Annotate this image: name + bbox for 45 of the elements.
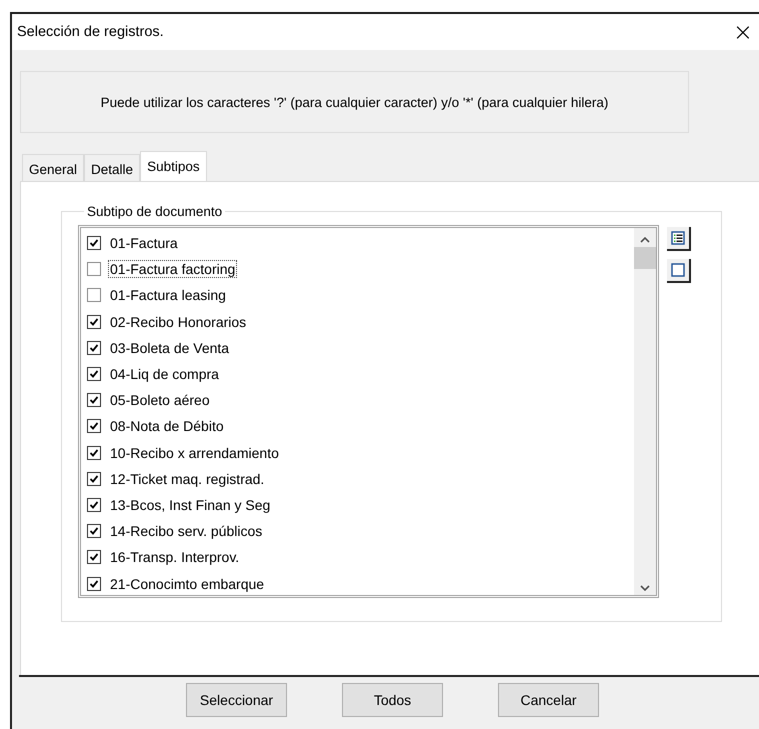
item-label[interactable]: 01-Factura leasing — [108, 286, 228, 304]
list-icon — [671, 231, 685, 245]
item-label[interactable]: 12-Ticket maq. registrad. — [108, 470, 266, 488]
item-label[interactable]: 03-Boleta de Venta — [108, 338, 232, 357]
item-label[interactable]: 01-Factura factoring — [108, 260, 238, 278]
checkbox[interactable] — [87, 340, 101, 355]
scroll-thumb[interactable] — [634, 247, 656, 269]
scroll-up-icon[interactable] — [640, 237, 650, 243]
checkbox[interactable] — [87, 498, 101, 512]
item-label[interactable]: 02-Recibo Honorarios — [108, 312, 248, 331]
checkbox[interactable] — [87, 524, 101, 538]
dialog-button[interactable]: Cancelar — [498, 683, 599, 717]
checkbox[interactable] — [87, 550, 101, 564]
item-label[interactable]: 01-Factura — [108, 234, 180, 252]
square-icon — [671, 263, 685, 277]
tab[interactable]: General — [22, 154, 84, 181]
tab[interactable]: Detalle — [84, 154, 140, 181]
checkbox[interactable] — [87, 314, 101, 329]
dialog-button[interactable]: Seleccionar — [186, 683, 287, 717]
dialog-button[interactable]: Todos — [342, 683, 443, 717]
checkbox[interactable] — [87, 236, 101, 250]
checkbox[interactable] — [87, 472, 101, 486]
item-label[interactable]: 05-Boleto aéreo — [108, 391, 212, 410]
checkbox[interactable] — [87, 419, 101, 434]
item-label[interactable]: 08-Nota de Débito — [108, 417, 226, 436]
checkbox[interactable] — [87, 367, 101, 382]
square-button[interactable] — [667, 259, 691, 283]
item-label[interactable]: 14-Recibo serv. públicos — [108, 522, 264, 540]
scrollbar[interactable] — [634, 228, 656, 595]
list-button[interactable] — [667, 227, 691, 251]
item-label[interactable]: 21-Conocimto embarque — [108, 574, 266, 593]
item-label[interactable]: 04-Liq de compra — [108, 365, 221, 384]
checkbox[interactable] — [87, 262, 101, 276]
checkbox[interactable] — [87, 446, 101, 460]
checkbox[interactable] — [87, 576, 101, 591]
checkbox[interactable] — [87, 393, 101, 408]
scroll-down-icon[interactable] — [640, 585, 650, 591]
item-label[interactable]: 16-Transp. Interprov. — [108, 548, 242, 566]
item-label[interactable]: 10-Recibo x arrendamiento — [108, 444, 281, 462]
group-title: Subtipo de documento — [86, 204, 224, 219]
item-label[interactable]: 13-Bcos, Inst Finan y Seg — [108, 496, 272, 514]
tab[interactable]: Subtipos — [140, 151, 207, 181]
info-text: Puede utilizar los caracteres '?' (para cualquier caracter) y/o '*' (para cualquier hilera) — [100, 94, 608, 110]
window-title: Selección de registros. — [17, 24, 164, 40]
checkbox[interactable] — [87, 288, 101, 302]
